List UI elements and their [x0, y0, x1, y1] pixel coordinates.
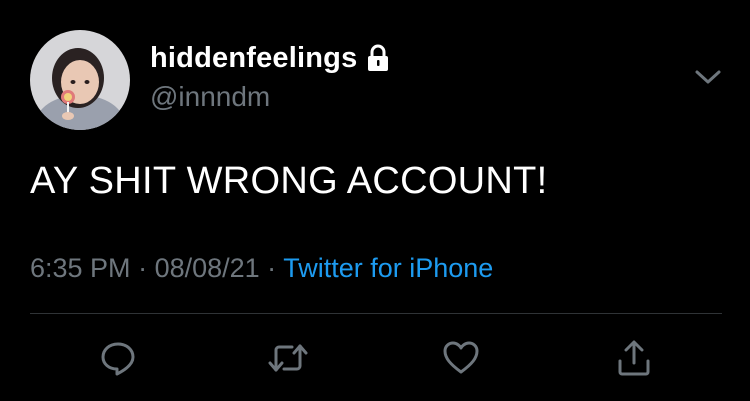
retweet-icon	[268, 344, 308, 372]
tweet-source-link[interactable]: Twitter for iPhone	[283, 253, 493, 283]
tweet-meta: 6:35 PM · 08/08/21 · Twitter for iPhone	[30, 253, 493, 284]
chevron-down-icon[interactable]	[690, 62, 726, 92]
avatar[interactable]	[30, 30, 130, 130]
meta-separator: ·	[259, 253, 284, 283]
share-icon	[618, 340, 650, 376]
share-button[interactable]	[612, 336, 656, 380]
author-name-row[interactable]: hiddenfeelings	[150, 38, 391, 78]
divider	[30, 313, 722, 314]
tweet-date: 08/08/21	[154, 253, 260, 283]
tweet-text: AY SHIT WRONG ACCOUNT!	[30, 160, 548, 202]
reply-button[interactable]	[96, 336, 140, 380]
tweet-time: 6:35 PM	[30, 253, 131, 283]
handle[interactable]: @innndm	[150, 81, 270, 113]
display-name[interactable]: hiddenfeelings	[150, 42, 357, 75]
like-icon	[443, 341, 479, 374]
reply-icon	[101, 342, 135, 376]
retweet-button[interactable]	[266, 336, 310, 380]
lock-icon	[365, 43, 391, 73]
meta-separator: ·	[130, 253, 155, 283]
avatar-image	[30, 30, 130, 130]
like-button[interactable]	[439, 336, 483, 380]
